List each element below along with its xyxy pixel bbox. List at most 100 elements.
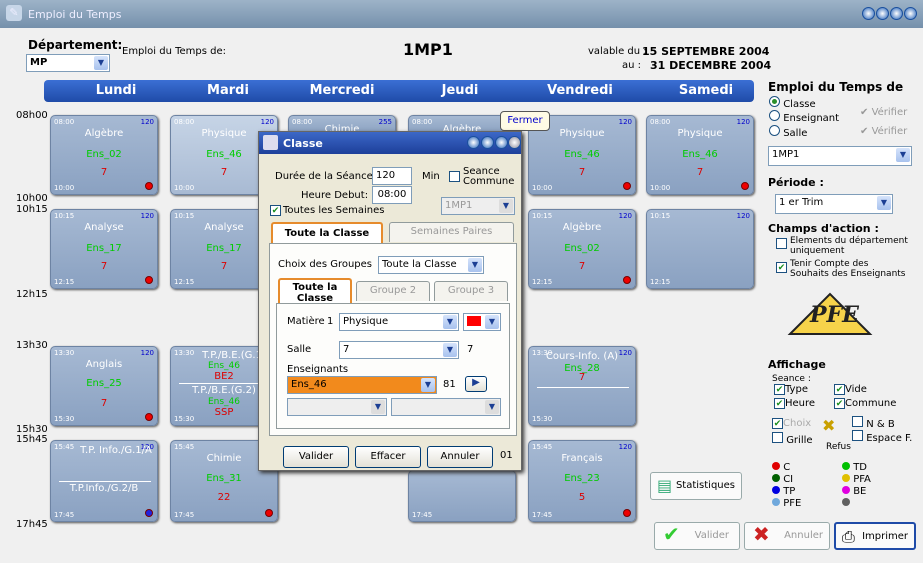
card-subject: T.P. Info./G.1/A <box>80 445 152 456</box>
card-subject: T.P.Info./G.2/B <box>69 483 139 494</box>
effacer-button[interactable]: Effacer <box>355 446 421 468</box>
card-duration: 120 <box>736 118 750 126</box>
salle-label: Salle <box>287 344 312 355</box>
affichage-heading: Affichage <box>768 358 826 371</box>
session-card[interactable]: 15:45 120 T.P. Info./G.1/A T.P.Info./G.2/… <box>50 440 158 522</box>
close-icon[interactable] <box>904 7 917 20</box>
session-card[interactable]: 10:15 120 Analyse Ens_17 7 12:15 <box>50 209 158 289</box>
refus-label: Refus <box>826 442 851 452</box>
help-icon[interactable] <box>467 136 480 149</box>
session-card[interactable]: 17:45 <box>408 470 516 522</box>
radio-classe[interactable]: Classe <box>769 96 816 110</box>
grille-checkbox[interactable]: Grille <box>772 432 813 446</box>
minimize-icon[interactable] <box>876 7 889 20</box>
card-end: 15:30 <box>54 415 75 423</box>
session-card[interactable]: 08:00 120 Physique Ens_46 7 10:00 <box>646 115 754 195</box>
session-card[interactable]: 10:15 120 Algèbre Ens_02 7 12:15 <box>528 209 636 289</box>
card-duration: 120 <box>140 118 154 126</box>
vide-checkbox[interactable]: ✔ Vide <box>834 384 867 395</box>
close-icon[interactable] <box>508 136 521 149</box>
card-room: 5 <box>578 492 586 503</box>
add-enseignant-button[interactable]: ▶ <box>465 376 487 392</box>
dept-uniquement-checkbox[interactable] <box>776 238 787 249</box>
radio-icon <box>769 110 780 121</box>
seance-commune-checkbox[interactable] <box>449 171 460 182</box>
session-card[interactable]: 15:45 120 Français Ens_23 5 17:45 <box>528 440 636 522</box>
session-card[interactable]: 13:30 120 Cours-Info. (A) Ens_28 7 15:30 <box>528 346 636 426</box>
verifier-button[interactable]: ✔ Vérifier <box>860 126 907 137</box>
duree-spinner[interactable]: 120 <box>372 167 412 185</box>
valider-main-button[interactable]: ✔ Valider <box>654 522 740 550</box>
heure-checkbox[interactable]: ✔ Heure <box>774 398 815 409</box>
maximize-icon[interactable] <box>890 7 903 20</box>
checkbox-icon <box>852 430 863 441</box>
matiere-select[interactable]: Physique ▼ <box>339 313 459 331</box>
entity-select[interactable]: 1MP1 ▼ <box>768 146 912 166</box>
enseignant-number: 81 <box>443 379 456 390</box>
nb-checkbox[interactable]: N & B <box>852 416 895 430</box>
heure-debut-field[interactable]: 08:00 <box>372 186 412 204</box>
session-card[interactable]: 08:00 120 Algèbre Ens_02 7 10:00 <box>50 115 158 195</box>
radio-salle[interactable]: Salle <box>769 125 807 139</box>
check-icon: ✔ <box>663 522 680 546</box>
legend-dot <box>842 474 850 482</box>
annuler-button[interactable]: Annuler <box>427 446 493 468</box>
subtab-groupe-3[interactable]: Groupe 3 <box>434 281 508 301</box>
tab-semaines-paires[interactable]: Semaines Paires <box>389 222 514 242</box>
statistiques-button[interactable]: ▤ Statistiques <box>650 472 742 500</box>
salle-select[interactable]: 7 ▼ <box>339 341 459 359</box>
souhaits-checkbox[interactable]: ✔ <box>776 262 787 273</box>
toutes-semaines-checkbox[interactable]: ✔ <box>270 205 281 216</box>
espace-checkbox[interactable]: Espace F. <box>852 430 912 444</box>
card-start: 15:45 <box>532 443 553 451</box>
radio-enseignant[interactable]: Enseignant <box>769 110 839 124</box>
commune-checkbox[interactable]: ✔ Commune <box>834 398 896 409</box>
status-dot <box>623 276 631 284</box>
choix-groupes-select[interactable]: Toute la Classe ▼ <box>378 256 484 274</box>
periode-select[interactable]: 1 er Trim ▼ <box>775 194 893 214</box>
chevron-down-icon: ▼ <box>94 56 108 70</box>
departement-select[interactable]: MP ▼ <box>26 54 110 72</box>
enseignant3-select[interactable]: ▼ <box>391 398 501 416</box>
status-dot <box>145 276 153 284</box>
legend-dot <box>842 498 850 506</box>
legend-item: BE <box>842 486 866 497</box>
subtab-toute-la-classe[interactable]: Toute la Classe <box>278 278 352 304</box>
edt-de-heading: Emploi du Temps de <box>768 80 904 94</box>
status-dot <box>145 182 153 190</box>
matiere-label: Matière <box>287 316 325 327</box>
color-select[interactable]: ▼ <box>463 313 501 331</box>
maximize-icon[interactable] <box>495 136 508 149</box>
card-teacher: Ens_17 <box>86 243 122 254</box>
session-card[interactable]: 10:15 120 12:15 <box>646 209 754 289</box>
subtab-groupe-2[interactable]: Groupe 2 <box>356 281 430 301</box>
checkbox-icon <box>772 432 783 443</box>
time-label: 15h45 <box>16 434 48 445</box>
radio-icon <box>769 125 780 136</box>
checkbox-icon: ✔ <box>774 398 785 409</box>
enseignant2-select[interactable]: ▼ <box>287 398 387 416</box>
tab-toute-la-classe[interactable]: Toute la Classe <box>271 222 383 244</box>
type-checkbox[interactable]: ✔ Type <box>774 384 808 395</box>
annuler-main-button[interactable]: ✖ Annuler <box>744 522 830 550</box>
choix-checkbox[interactable]: ✔ Choix <box>772 418 811 429</box>
session-card[interactable]: 13:30 120 Anglais Ens_25 7 15:30 <box>50 346 158 426</box>
printer-icon: ⎙ <box>842 527 855 546</box>
dialog-app-icon <box>263 135 278 150</box>
enseignant-select[interactable]: Ens_46 ▼ <box>287 376 437 394</box>
classe-dialog: Classe Durée de la Séance: 120 Min Seanc… <box>258 131 522 471</box>
verifier-button[interactable]: ✔ Vérifier <box>860 107 907 118</box>
card-end: 12:15 <box>174 278 195 286</box>
help-icon[interactable] <box>862 7 875 20</box>
legend-dot <box>842 486 850 494</box>
card-end: 12:15 <box>532 278 553 286</box>
card-room: 7 <box>100 398 108 409</box>
card-teacher: Ens_23 <box>564 473 600 484</box>
legend-dot <box>772 498 780 506</box>
class-select[interactable]: 1MP1 ▼ <box>441 197 515 215</box>
valider-button[interactable]: Valider <box>283 446 349 468</box>
legend-dot <box>772 486 780 494</box>
minimize-icon[interactable] <box>481 136 494 149</box>
imprimer-button[interactable]: ⎙ Imprimer <box>834 522 916 550</box>
divider <box>59 481 151 482</box>
